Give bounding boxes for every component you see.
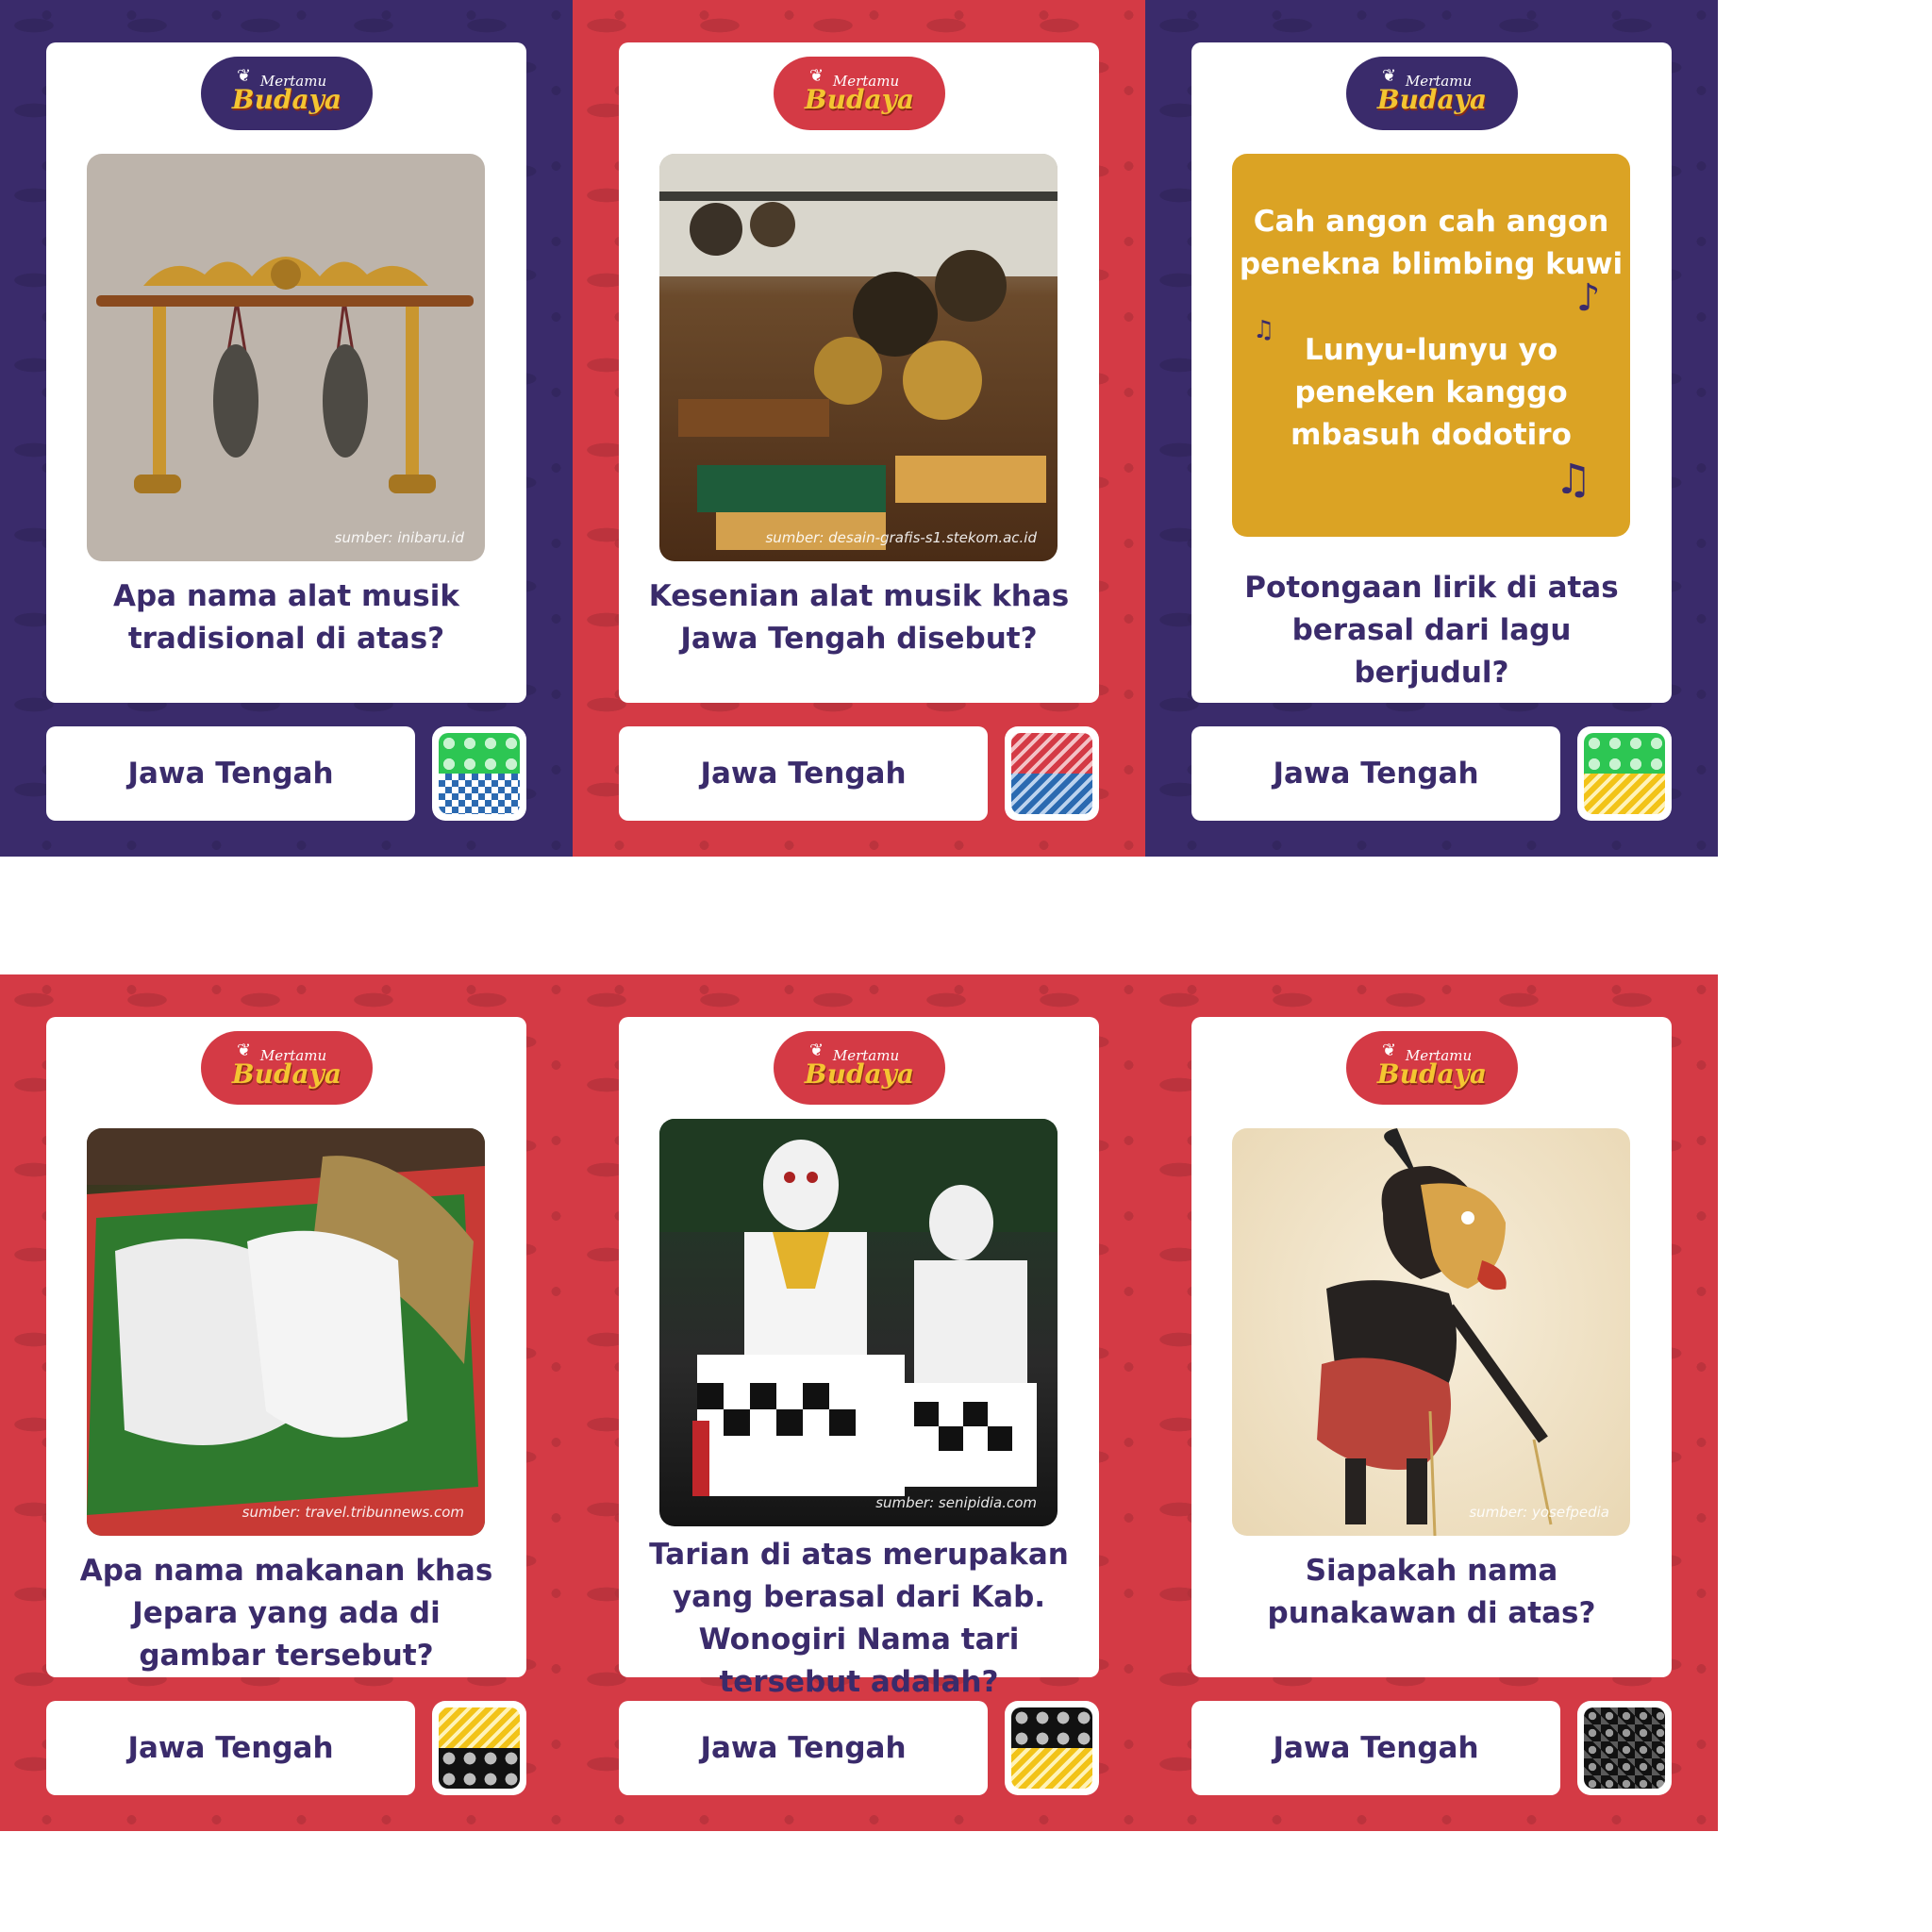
leaf-icon: ❦: [1382, 1041, 1397, 1060]
region-button[interactable]: Jawa Tengah: [619, 726, 988, 821]
food-illustration: [87, 1128, 485, 1536]
logo-text-bottom: Budaya: [231, 83, 342, 115]
region-button[interactable]: Jawa Tengah: [1191, 1701, 1560, 1795]
region-label: Jawa Tengah: [1273, 1731, 1479, 1765]
brand-logo: ❦ Mertamu Budaya: [1346, 1031, 1518, 1105]
brand-logo: ❦ Mertamu Budaya: [774, 1031, 945, 1105]
question-text: Apa nama makanan khas Jepara yang ada di…: [79, 1554, 493, 1673]
lyric-line: penekna blimbing kuwi: [1239, 247, 1624, 281]
black-dots-pattern: [439, 1748, 520, 1789]
image-credit: sumber: senipidia.com: [875, 1494, 1037, 1511]
leaf-icon: ❦: [1382, 66, 1397, 86]
lyric-block-1: Cah angon cah angon penekna blimbing kuw…: [1232, 201, 1630, 286]
pattern-swatch[interactable]: [1577, 1701, 1672, 1795]
pattern-swatch-inner: [1011, 733, 1092, 814]
region-button[interactable]: Jawa Tengah: [46, 726, 415, 821]
brand-logo: ❦ Mertamu Budaya: [774, 57, 945, 130]
brand-logo: ❦ Mertamu Budaya: [201, 1031, 373, 1105]
gong-stand-image: sumber: inibaru.id: [87, 154, 485, 561]
logo-text-bottom: Budaya: [804, 83, 915, 115]
lyric-line: Lunyu-lunyu yo: [1304, 333, 1558, 367]
pattern-swatch[interactable]: [1577, 726, 1672, 821]
question-card[interactable]: ❦ Mertamu Budaya Cah angon cah angon pen…: [1191, 42, 1672, 703]
logo-text-bottom: Budaya: [1376, 1058, 1488, 1090]
blue-check-pattern: [439, 774, 520, 814]
region-label: Jawa Tengah: [700, 1731, 907, 1765]
card-panel-1: ❦ Mertamu Budaya sumber: inibaru.id Apa …: [0, 0, 573, 857]
logo-text-bottom: Budaya: [231, 1058, 342, 1090]
black-dots-pattern: [1011, 1707, 1092, 1748]
logo-text-bottom: Budaya: [1376, 83, 1488, 115]
brand-logo: ❦ Mertamu Budaya: [1346, 57, 1518, 130]
music-note-icon: ♪: [1576, 276, 1601, 320]
region-label: Jawa Tengah: [127, 757, 334, 791]
question-text: Apa nama alat musik tradisional di atas?: [112, 579, 460, 656]
region-button[interactable]: Jawa Tengah: [1191, 726, 1560, 821]
yellow-stripe-pattern: [439, 1707, 520, 1748]
blue-stripe-pattern: [1011, 774, 1092, 814]
pattern-swatch-inner: [439, 1707, 520, 1789]
pattern-swatch-inner: [1584, 733, 1665, 814]
card-panel-2: ❦ Mertamu Budaya sumber: desain-grafis-s…: [573, 0, 1145, 857]
image-credit: sumber: desain-grafis-s1.stekom.ac.id: [765, 529, 1037, 546]
pattern-swatch[interactable]: [1005, 1701, 1099, 1795]
question-text: Kesenian alat musik khas Jawa Tengah dis…: [648, 579, 1070, 656]
music-note-icon: ♫: [1253, 316, 1275, 344]
leaf-icon: ❦: [809, 66, 824, 86]
lyric-line: Cah angon cah angon: [1253, 205, 1609, 239]
red-stripe-pattern: [1011, 733, 1092, 774]
card-panel-3: ❦ Mertamu Budaya Cah angon cah angon pen…: [1145, 0, 1718, 857]
green-dots-pattern: [439, 733, 520, 774]
pattern-swatch[interactable]: [432, 1701, 526, 1795]
card-panel-6: ❦ Mertamu Budaya sumber: yosefpedia Siap…: [1145, 974, 1718, 1831]
lyric-line: mbasuh dodotiro: [1291, 418, 1572, 452]
black-check-dots-pattern: [1584, 1707, 1665, 1789]
masked-dancers-image: sumber: senipidia.com: [659, 1119, 1058, 1526]
leaf-icon: ❦: [809, 1041, 824, 1060]
question-text: Tarian di atas merupakan yang berasal da…: [649, 1538, 1069, 1699]
leaf-icon: ❦: [237, 1041, 252, 1060]
region-button[interactable]: Jawa Tengah: [46, 1701, 415, 1795]
gamelan-illustration: [659, 154, 1058, 550]
wayang-puppet-image: sumber: yosefpedia: [1232, 1128, 1630, 1536]
yellow-stripe-pattern: [1011, 1748, 1092, 1789]
question-card[interactable]: ❦ Mertamu Budaya sumber: senipidia.com T…: [619, 1017, 1099, 1699]
question-text: Potongaan lirik di atas berasal dari lag…: [1244, 571, 1619, 690]
pattern-swatch[interactable]: [1005, 726, 1099, 821]
lyric-block-2: Lunyu-lunyu yo peneken kanggo mbasuh dod…: [1232, 329, 1630, 457]
lyric-line: peneken kanggo: [1294, 375, 1568, 409]
region-label: Jawa Tengah: [700, 757, 907, 791]
card-panel-4: ❦ Mertamu Budaya sumber: travel.tribunne…: [0, 974, 573, 1831]
region-button[interactable]: Jawa Tengah: [619, 1701, 988, 1795]
region-label: Jawa Tengah: [1273, 757, 1479, 791]
pattern-swatch[interactable]: [432, 726, 526, 821]
brand-logo: ❦ Mertamu Budaya: [201, 57, 373, 130]
pattern-swatch-inner: [439, 733, 520, 814]
image-credit: sumber: travel.tribunnews.com: [242, 1504, 464, 1521]
question-text: Siapakah nama punakawan di atas?: [1267, 1554, 1596, 1630]
rice-cake-image: sumber: travel.tribunnews.com: [87, 1128, 485, 1536]
dance-illustration: [659, 1119, 1058, 1496]
music-note-icon: ♫: [1555, 456, 1592, 504]
yellow-stripe-pattern: [1584, 774, 1665, 814]
card-panel-5: ❦ Mertamu Budaya sumber: senipidia.com T…: [573, 974, 1145, 1831]
region-label: Jawa Tengah: [127, 1731, 334, 1765]
question-card[interactable]: ❦ Mertamu Budaya sumber: travel.tribunne…: [46, 1017, 526, 1677]
question-card[interactable]: ❦ Mertamu Budaya sumber: desain-grafis-s…: [619, 42, 1099, 703]
green-dots-pattern: [1584, 733, 1665, 774]
leaf-icon: ❦: [237, 66, 252, 86]
question-card[interactable]: ❦ Mertamu Budaya sumber: inibaru.id Apa …: [46, 42, 526, 703]
pattern-swatch-inner: [1011, 1707, 1092, 1789]
image-credit: sumber: yosefpedia: [1469, 1504, 1609, 1521]
question-card[interactable]: ❦ Mertamu Budaya sumber: yosefpedia Siap…: [1191, 1017, 1672, 1677]
lyric-box: Cah angon cah angon penekna blimbing kuw…: [1232, 154, 1630, 537]
wayang-illustration: [1317, 1128, 1553, 1536]
gong-illustration: [96, 257, 474, 493]
gamelan-set-image: sumber: desain-grafis-s1.stekom.ac.id: [659, 154, 1058, 561]
image-credit: sumber: inibaru.id: [334, 529, 464, 546]
logo-text-bottom: Budaya: [804, 1058, 915, 1090]
